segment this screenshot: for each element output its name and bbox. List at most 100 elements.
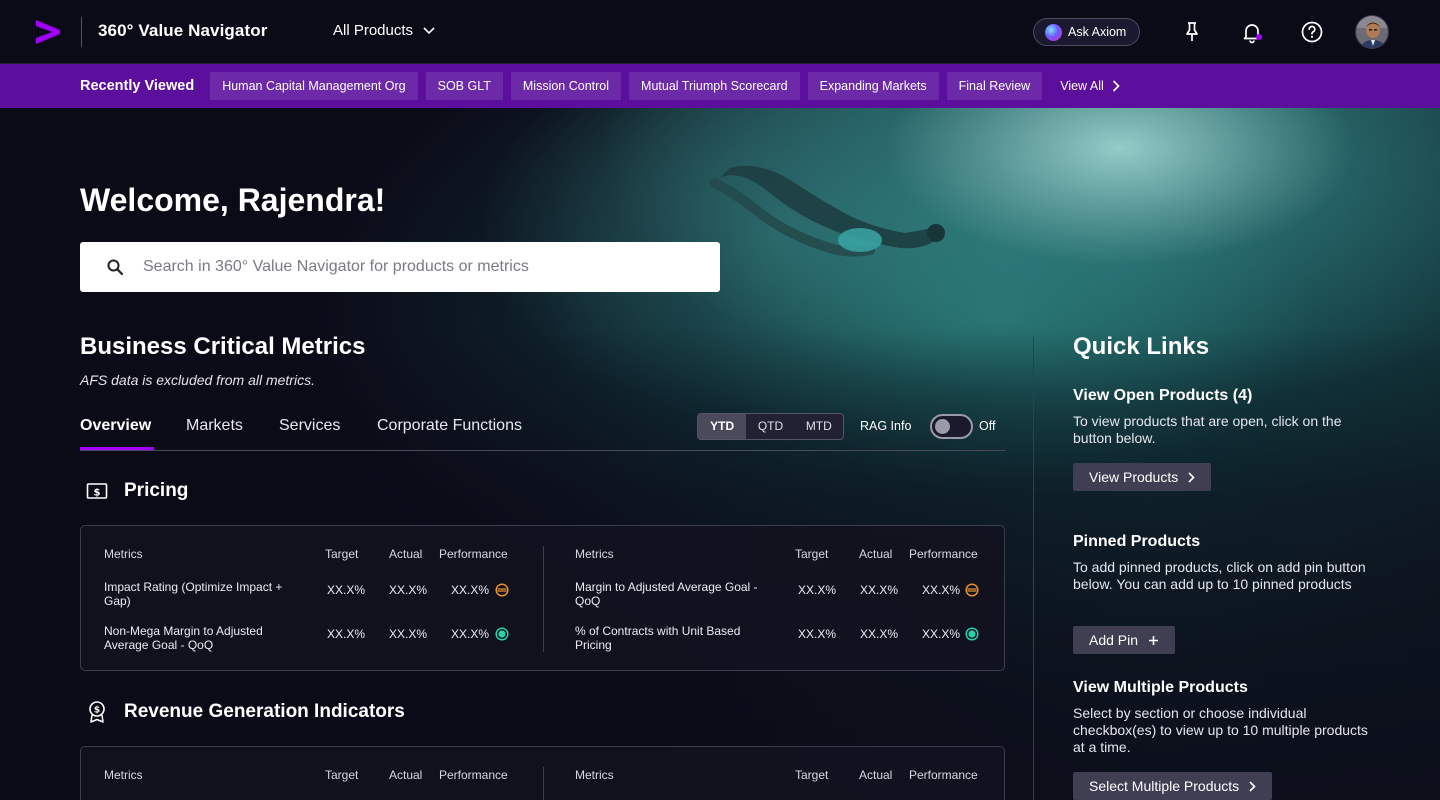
recent-chip[interactable]: Human Capital Management Org: [210, 72, 418, 100]
revenue-section-heading: $ Revenue Generation Indicators: [86, 700, 405, 724]
recent-chip[interactable]: Final Review: [946, 72, 1043, 100]
product-select[interactable]: All Products: [333, 22, 435, 39]
period-mtd[interactable]: MTD: [795, 414, 843, 439]
col-header-metrics: Metrics: [575, 547, 614, 561]
col-header-actual: Actual: [389, 768, 423, 782]
help-icon[interactable]: [1300, 20, 1324, 44]
tab-corporate-functions[interactable]: Corporate Functions: [377, 417, 522, 435]
view-all-recent-button[interactable]: View All: [1050, 79, 1130, 93]
accenture-logo-icon[interactable]: [34, 18, 62, 46]
recent-chip[interactable]: Expanding Markets: [807, 72, 939, 100]
notification-dot: [1256, 34, 1262, 40]
open-products-heading: View Open Products (4): [1073, 387, 1253, 404]
metric-target: XX.X%: [327, 583, 366, 597]
quick-links-divider: [1033, 337, 1034, 800]
col-header-actual: Actual: [859, 547, 893, 561]
chevron-right-icon: [1249, 780, 1256, 792]
recently-viewed-bar: Recently Viewed Human Capital Management…: [0, 64, 1440, 108]
col-header-performance: Performance: [909, 547, 978, 561]
pinned-products-heading: Pinned Products: [1073, 533, 1201, 550]
select-multiple-products-label: Select Multiple Products: [1089, 778, 1240, 794]
neutral-status-icon: [965, 583, 979, 597]
axiom-orb-icon: [1045, 23, 1062, 41]
rag-info-label: RAG Info: [860, 419, 912, 433]
chevron-right-icon: [1188, 471, 1195, 483]
svg-text:$: $: [94, 488, 101, 499]
pricing-section-heading: $ Pricing: [86, 480, 188, 502]
user-avatar[interactable]: [1355, 15, 1389, 49]
top-navigation-bar: 360° Value Navigator All Products Ask Ax…: [0, 0, 1440, 64]
col-header-performance: Performance: [439, 547, 508, 561]
col-header-target: Target: [795, 768, 829, 782]
col-header-metrics: Metrics: [575, 768, 614, 782]
col-header-target: Target: [795, 547, 829, 561]
select-multiple-products-button[interactable]: Select Multiple Products: [1073, 772, 1273, 800]
metric-performance: XX.X%: [451, 627, 490, 641]
multiple-products-text: Select by section or choose individual c…: [1073, 705, 1368, 755]
positive-status-icon: [495, 627, 509, 641]
col-header-actual: Actual: [389, 547, 423, 561]
metric-performance: XX.X%: [922, 627, 961, 641]
col-header-metrics: Metrics: [104, 768, 143, 782]
period-ytd[interactable]: YTD: [698, 414, 747, 439]
dollar-icon: $: [86, 483, 108, 499]
recent-chip[interactable]: Mission Control: [510, 72, 622, 100]
col-header-performance: Performance: [439, 768, 508, 782]
search-input[interactable]: [143, 258, 683, 276]
metric-performance: XX.X%: [451, 583, 490, 597]
recently-viewed-label: Recently Viewed: [80, 78, 195, 94]
toggle-knob: [935, 419, 950, 434]
revenue-icon: $: [89, 701, 105, 723]
tab-markets[interactable]: Markets: [186, 417, 243, 435]
product-select-label: All Products: [333, 22, 414, 39]
tab-services[interactable]: Services: [279, 417, 340, 435]
svg-text:$: $: [94, 706, 100, 716]
chevron-right-icon: [1112, 80, 1120, 92]
bcm-subtitle: AFS data is excluded from all metrics.: [80, 372, 315, 388]
revenue-metrics-card: Metrics Target Actual Performance Metric…: [80, 746, 1005, 800]
col-header-target: Target: [325, 768, 359, 782]
metric-name[interactable]: Non-Mega Margin to Adjusted Average Goal…: [104, 624, 309, 652]
metric-name[interactable]: % of Contracts with Unit Based Pricing: [575, 624, 780, 652]
pinned-products-text: To add pinned products, click on add pin…: [1073, 559, 1366, 592]
metric-target: XX.X%: [798, 627, 837, 641]
open-products-text: To view products that are open, click on…: [1073, 413, 1342, 446]
search-box[interactable]: [80, 242, 720, 292]
add-pin-label: Add Pin: [1089, 632, 1139, 648]
metric-actual: XX.X%: [389, 583, 428, 597]
hero-diver-image: [710, 165, 945, 257]
period-selector: YTD QTD MTD: [697, 413, 844, 440]
metric-actual: XX.X%: [860, 627, 899, 641]
plus-icon: [1149, 635, 1159, 645]
ask-axiom-label: Ask Axiom: [1068, 25, 1127, 39]
view-all-label: View All: [1060, 79, 1104, 93]
recent-chip[interactable]: SOB GLT: [425, 72, 503, 100]
metric-name[interactable]: Margin to Adjusted Average Goal - QoQ: [575, 580, 785, 608]
add-pin-button[interactable]: Add Pin: [1073, 626, 1176, 654]
bcm-title: Business Critical Metrics: [80, 333, 366, 360]
recent-chip[interactable]: Mutual Triumph Scorecard: [629, 72, 800, 100]
bell-icon[interactable]: [1240, 20, 1264, 44]
tab-overview[interactable]: Overview: [80, 417, 151, 435]
chevron-down-icon: [423, 26, 435, 34]
pricing-metrics-card: Metrics Target Actual Performance Metric…: [80, 525, 1005, 671]
logo-divider: [81, 17, 82, 47]
col-header-target: Target: [325, 547, 359, 561]
period-qtd[interactable]: QTD: [746, 414, 794, 439]
multiple-products-heading: View Multiple Products: [1073, 679, 1248, 696]
app-title[interactable]: 360° Value Navigator: [98, 21, 267, 41]
rag-info-toggle[interactable]: [930, 414, 973, 439]
revenue-title: Revenue Generation Indicators: [124, 701, 405, 722]
metric-target: XX.X%: [798, 583, 837, 597]
col-header-performance: Performance: [909, 768, 978, 782]
pin-icon[interactable]: [1180, 20, 1204, 44]
ask-axiom-button[interactable]: Ask Axiom: [1033, 18, 1140, 46]
col-header-metrics: Metrics: [104, 547, 143, 561]
avatar-image: [1356, 16, 1388, 48]
view-products-button[interactable]: View Products: [1073, 463, 1212, 491]
metric-actual: XX.X%: [389, 627, 428, 641]
pricing-title: Pricing: [124, 480, 189, 501]
col-header-actual: Actual: [859, 768, 893, 782]
rag-toggle-state: Off: [979, 419, 996, 433]
metric-name[interactable]: Impact Rating (Optimize Impact + Gap): [104, 580, 309, 608]
